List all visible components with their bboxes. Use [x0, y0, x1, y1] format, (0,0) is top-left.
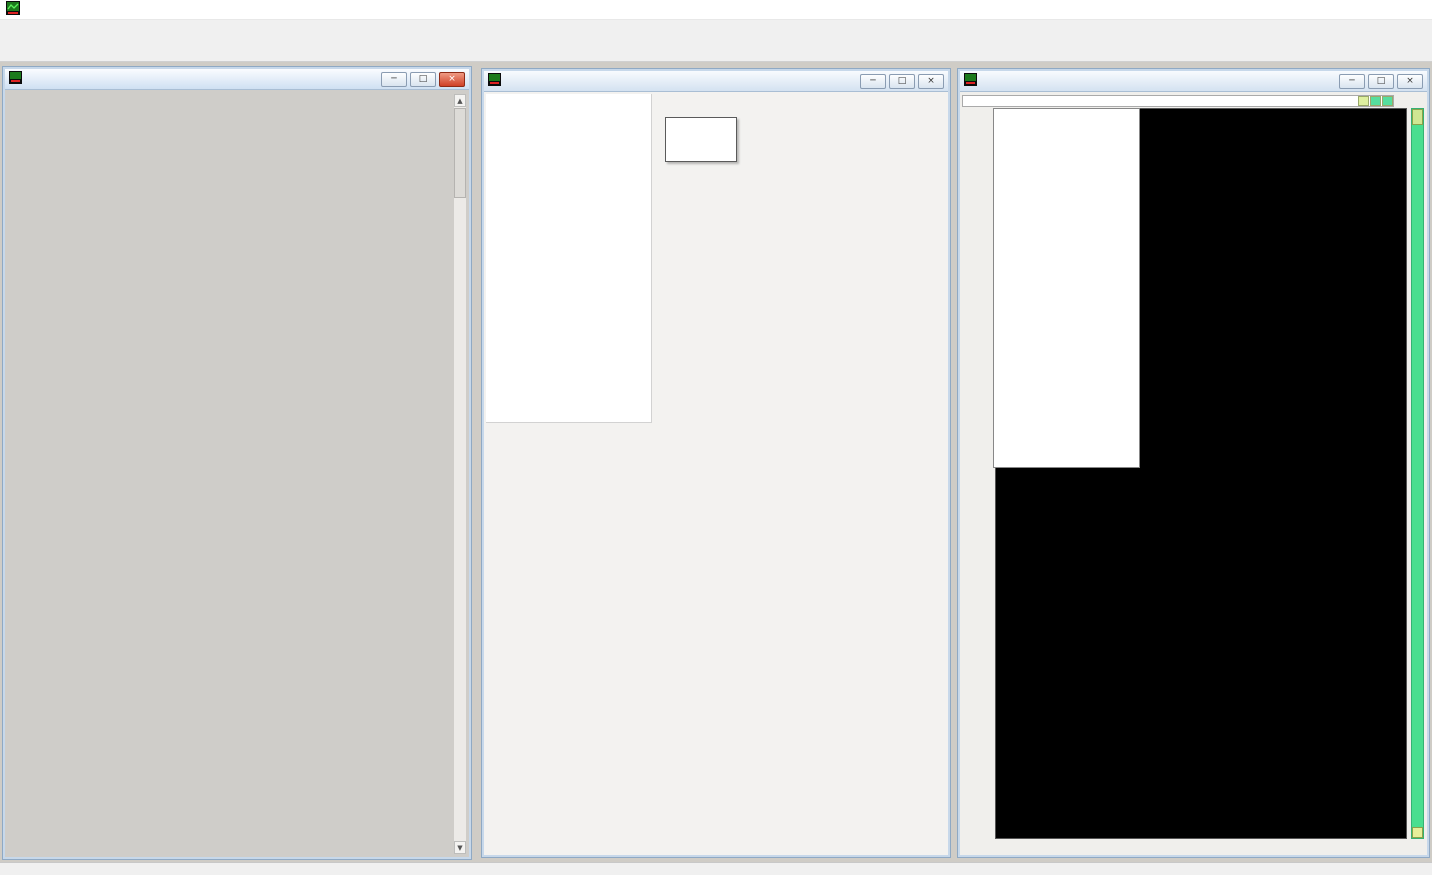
bar-minimize-button[interactable]: ─ — [381, 72, 407, 87]
bar-gauge-grid — [8, 93, 451, 857]
status-bar — [0, 862, 1432, 875]
dial-restore-button[interactable]: □ — [889, 74, 915, 89]
scrollbar-thumb[interactable] — [454, 108, 466, 198]
polar-chart — [640, 320, 948, 680]
trend-restore-button[interactable]: □ — [1368, 74, 1394, 89]
dial-window-icon — [488, 73, 501, 89]
hscroll-button[interactable] — [1358, 96, 1369, 106]
trend-close-button[interactable]: × — [1397, 74, 1423, 89]
trend-window-titlebar[interactable]: ─ □ × — [960, 71, 1427, 92]
trend-horizontal-scrollbar[interactable] — [962, 95, 1394, 107]
trend-vscroll-thumb[interactable] — [1412, 109, 1423, 125]
hscroll-button[interactable] — [1382, 96, 1393, 106]
bar-scrollbar[interactable]: ▲ ▼ — [453, 93, 467, 855]
menu-bar — [0, 20, 1432, 39]
bar-window-titlebar[interactable]: ─ □ × — [5, 69, 469, 90]
toolbar — [0, 39, 1432, 62]
legend-timestamp — [994, 125, 1139, 138]
app-icon — [6, 1, 20, 18]
hscroll-button[interactable] — [1370, 96, 1381, 106]
trend-vertical-scrollbar[interactable] — [1411, 108, 1424, 839]
bar-close-button[interactable]: × — [439, 72, 465, 87]
trend-window-icon — [964, 73, 977, 89]
channel-list — [486, 94, 652, 423]
dial-minimize-button[interactable]: ─ — [860, 74, 886, 89]
trend-chart-window: ─ □ × — [957, 68, 1430, 858]
bar-chart-window: ─ □ × ▲ ▼ — [2, 66, 472, 860]
dial-window-titlebar[interactable]: ─ □ × — [484, 71, 948, 92]
legend-title — [994, 109, 1139, 125]
scroll-up-icon[interactable]: ▲ — [454, 94, 466, 107]
value-tooltip — [665, 117, 737, 162]
scroll-down-icon[interactable]: ▼ — [454, 841, 466, 854]
dial-display-window: ─ □ × — [481, 68, 951, 858]
trend-legend — [993, 108, 1140, 468]
trend-vscroll-end[interactable] — [1412, 827, 1423, 838]
dial-close-button[interactable]: × — [918, 74, 944, 89]
app-titlebar[interactable] — [0, 0, 1432, 20]
trend-minimize-button[interactable]: ─ — [1339, 74, 1365, 89]
bar-restore-button[interactable]: □ — [410, 72, 436, 87]
bar-window-icon — [9, 71, 22, 87]
